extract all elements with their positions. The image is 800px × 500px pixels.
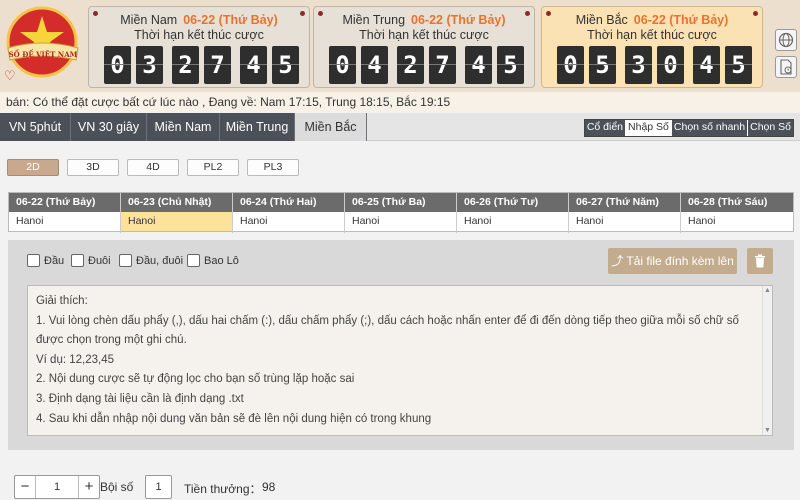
notice-bar: bán: Có thể đặt cược bất cứ lúc nào , Đa… [0, 92, 800, 112]
checkbox-bao-lo[interactable]: Bao Lô [187, 254, 239, 267]
tab-mien-nam[interactable]: Miền Nam [147, 113, 220, 141]
checkbox-duoi[interactable]: Đuôi [71, 254, 111, 267]
explanation-textarea[interactable]: Giải thích: 1. Vui lòng chèn dấu phẩy (,… [27, 285, 773, 436]
date-column[interactable]: 06-25 (Thứ Ba) Hanoi [345, 193, 457, 233]
upload-icon: ⤴ [611, 254, 624, 268]
countdown-digit: 3 [136, 46, 163, 84]
countdown-digit: 5 [272, 46, 299, 84]
region-subtitle: Thời hạn kết thúc cược [587, 28, 717, 42]
countdown-digit: 7 [429, 46, 456, 84]
countdown-digit: 7 [204, 46, 231, 84]
input-panel: Đầu Đuôi Đầu, đuôi Bao Lô ⤴ Tải file đín… [8, 240, 794, 450]
upload-file-button[interactable]: ⤴ Tải file đính kèm lên [608, 248, 737, 274]
countdown-digit: 4 [693, 46, 720, 84]
region-title: Miền Bắc 06-22 (Thứ Bảy) [575, 13, 729, 27]
explanation-line: Ví dụ: 12,23,45 [36, 353, 115, 366]
date-column[interactable]: 06-26 (Thứ Tư) Hanoi [457, 193, 569, 233]
countdown-digit: 2 [172, 46, 199, 84]
svg-text:SỐ ĐỀ VIỆT NAM: SỐ ĐỀ VIỆT NAM [9, 49, 78, 59]
countdown-digit: 0 [557, 46, 584, 84]
countdown: 0 4 2 7 4 5 [329, 46, 529, 84]
countdown-digit: 4 [361, 46, 388, 84]
countdown-digit: 5 [589, 46, 616, 84]
globe-icon[interactable] [775, 29, 797, 51]
date-column[interactable]: 06-23 (Chủ Nhật) Hanoi [121, 193, 233, 233]
header: SỐ ĐỀ VIỆT NAM ♡ Miền Nam 06-22 (Thứ Bảy)… [0, 0, 800, 92]
prize-value: 98 [262, 480, 276, 494]
date-column[interactable]: 06-22 (Thứ Bảy) Hanoi [9, 193, 121, 233]
countdown-digit: 3 [625, 46, 652, 84]
region-title: Miền Nam 06-22 (Thứ Bảy) [120, 13, 278, 27]
checkbox-dau-duoi[interactable]: Đầu, đuôi [119, 254, 183, 267]
decrement-button[interactable]: − [15, 476, 35, 498]
trash-button[interactable] [747, 248, 773, 274]
input-mode-group: Cổ điển Nhập Số Chọn số nhanh Chọn Số [583, 119, 794, 137]
countdown-digit: 0 [104, 46, 131, 84]
countdown-digit: 0 [657, 46, 684, 84]
game-type-pl2[interactable]: PL2 [187, 159, 239, 176]
tab-vn-30-giay[interactable]: VN 30 giây [71, 113, 147, 141]
countdown-digit: 4 [465, 46, 492, 84]
countdown-digit: 0 [329, 46, 356, 84]
region-box-mien-trung[interactable]: Miền Trung 06-22 (Thứ Bảy) Thời hạn kết t… [313, 6, 535, 88]
explanation-line: 2. Nội dung cược sẽ tự động lọc cho bạn … [36, 373, 355, 386]
mode-chon-so-nhanh[interactable]: Chọn số nhanh [671, 120, 749, 136]
region-subtitle: Thời hạn kết thúc cược [134, 28, 264, 42]
increment-button[interactable]: + [79, 476, 99, 498]
multiplier-input[interactable]: 1 [145, 475, 172, 499]
mode-chon-so[interactable]: Chọn Số [748, 120, 793, 136]
explanation-line: được chọn trong một ghi chú. [36, 334, 187, 347]
region-subtitle: Thời hạn kết thúc cược [359, 28, 489, 42]
game-type-4d[interactable]: 4D [127, 159, 179, 176]
logo: SỐ ĐỀ VIỆT NAM [6, 6, 79, 78]
favorite-heart-icon[interactable]: ♡ [4, 69, 16, 82]
date-column[interactable]: 06-24 (Thứ Hai) Hanoi [233, 193, 345, 233]
region-title: Miền Trung 06-22 (Thứ Bảy) [342, 13, 506, 27]
tab-mien-trung[interactable]: Miền Trung [220, 113, 295, 141]
textarea-scrollbar[interactable]: ▲ ▼ [762, 286, 772, 435]
trash-icon [755, 254, 765, 268]
document-clock-icon[interactable] [775, 56, 797, 78]
mode-co-dien[interactable]: Cổ điển [584, 120, 627, 136]
game-type-3d[interactable]: 3D [67, 159, 119, 176]
mode-nhap-so[interactable]: Nhập Số [626, 120, 672, 136]
countdown-digit: 2 [397, 46, 424, 84]
countdown-digit: 5 [497, 46, 524, 84]
explanation-line: 1. Vui lòng chèn dấu phẩy (,), dấu hai c… [36, 314, 739, 327]
quantity-value[interactable]: 1 [35, 476, 79, 498]
region-box-mien-nam[interactable]: Miền Nam 06-22 (Thứ Bảy) Thời hạn kết thú… [88, 6, 310, 88]
date-table: 06-22 (Thứ Bảy) Hanoi 06-23 (Chủ Nhật) Han… [8, 192, 794, 233]
prize-label: Tiền thưởng： [184, 482, 262, 496]
explanation-title: Giải thích: [36, 295, 88, 307]
countdown-digit: 4 [240, 46, 267, 84]
game-type-2d[interactable]: 2D [7, 159, 59, 176]
quantity-stepper[interactable]: − 1 + [14, 475, 100, 499]
date-column[interactable]: 06-27 (Thứ Năm) Hanoi [569, 193, 681, 233]
multiplier-label: Bội số [100, 480, 134, 494]
explanation-line: 3. Định dạng tài liệu cần là định dạng .… [36, 392, 244, 405]
game-type-pl3[interactable]: PL3 [247, 159, 299, 176]
countdown-digit: 5 [725, 46, 752, 84]
checkbox-dau[interactable]: Đầu [27, 254, 64, 267]
region-box-mien-bac[interactable]: Miền Bắc 06-22 (Thứ Bảy) Thời hạn kết thú… [541, 6, 763, 88]
countdown: 0 3 2 7 4 5 [104, 46, 304, 84]
tab-vn-5phut[interactable]: VN 5phút [0, 113, 71, 141]
date-column[interactable]: 06-28 (Thứ Sáu) Hanoi [681, 193, 793, 233]
tab-mien-bac[interactable]: Miền Bắc [295, 113, 367, 141]
nav-bar: VN 5phút VN 30 giây Miền Nam Miền Trung … [0, 113, 800, 141]
explanation-line: 4. Sau khi dẫn nhập nội dung văn bản sẽ … [36, 412, 432, 425]
countdown: 0 5 3 0 4 5 [557, 46, 757, 84]
